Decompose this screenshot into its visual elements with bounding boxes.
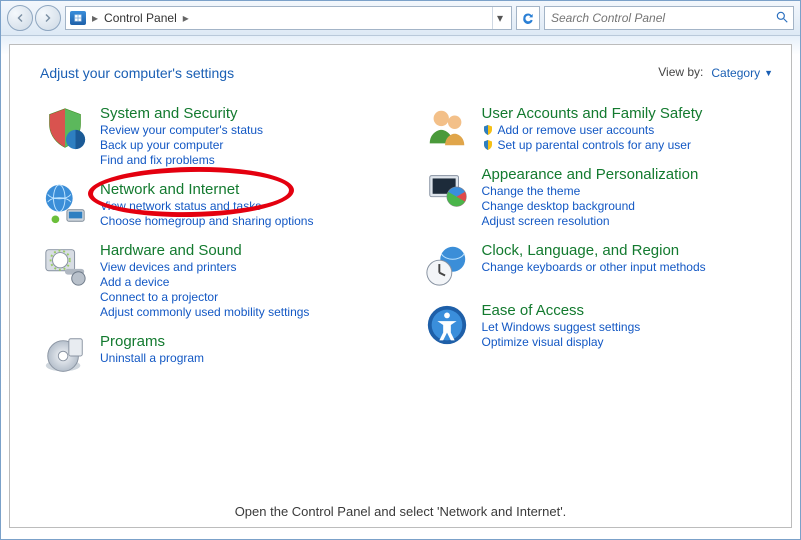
- breadcrumb-dropdown[interactable]: ▾: [492, 7, 507, 29]
- page-title: Adjust your computer's settings: [40, 65, 234, 81]
- programs-icon: [40, 333, 90, 379]
- control-panel-window: ▸ Control Panel ▸ ▾ Adjust your computer…: [0, 0, 801, 540]
- clock-language-icon: [422, 242, 472, 288]
- toolbar: ▸ Control Panel ▸ ▾: [1, 1, 800, 36]
- link-optimize-display[interactable]: Optimize visual display: [482, 335, 641, 349]
- uac-shield-icon: [482, 139, 494, 151]
- search-box[interactable]: [544, 6, 794, 30]
- appearance-icon: [422, 166, 472, 212]
- user-accounts-icon: [422, 105, 472, 151]
- category-link-clock-lang[interactable]: Clock, Language, and Region: [482, 242, 680, 259]
- header: Adjust your computer's settings View by:…: [40, 65, 773, 105]
- link-network-status[interactable]: View network status and tasks: [100, 199, 313, 213]
- arrow-left-icon: [14, 12, 26, 24]
- refresh-icon: [521, 11, 535, 25]
- link-devices-printers[interactable]: View devices and printers: [100, 260, 309, 274]
- category-appearance: Appearance and Personalization Change th…: [422, 166, 774, 228]
- search-icon[interactable]: [775, 10, 789, 27]
- view-by-control: View by: Category ▼: [658, 65, 773, 81]
- link-parental-controls-text: Set up parental controls for any user: [498, 138, 691, 152]
- category-link-hardware-sound[interactable]: Hardware and Sound: [100, 242, 242, 259]
- link-homegroup[interactable]: Choose homegroup and sharing options: [100, 214, 313, 228]
- category-programs: Programs Uninstall a program: [40, 333, 392, 379]
- categories-grid: System and Security Review your computer…: [40, 105, 773, 393]
- link-change-theme[interactable]: Change the theme: [482, 184, 699, 198]
- chevron-down-icon: ▼: [764, 68, 773, 78]
- forward-button[interactable]: [35, 5, 61, 31]
- link-parental-controls[interactable]: Set up parental controls for any user: [482, 138, 703, 152]
- link-mobility[interactable]: Adjust commonly used mobility settings: [100, 305, 309, 319]
- view-by-mode-text: Category: [711, 66, 760, 80]
- category-clock-lang-region: Clock, Language, and Region Change keybo…: [422, 242, 774, 288]
- category-ease-of-access: Ease of Access Let Windows suggest setti…: [422, 302, 774, 349]
- nav-buttons: [7, 5, 61, 31]
- link-desktop-bg[interactable]: Change desktop background: [482, 199, 699, 213]
- link-keyboards[interactable]: Change keyboards or other input methods: [482, 260, 706, 274]
- link-screen-res[interactable]: Adjust screen resolution: [482, 214, 699, 228]
- control-panel-icon: [70, 11, 86, 25]
- hardware-sound-icon: [40, 242, 90, 288]
- breadcrumb-item[interactable]: Control Panel: [104, 11, 177, 25]
- instruction-caption: Open the Control Panel and select 'Netwo…: [10, 504, 791, 519]
- uac-shield-icon: [482, 124, 494, 136]
- chevron-right-icon: ▸: [90, 11, 100, 25]
- link-add-device[interactable]: Add a device: [100, 275, 309, 289]
- breadcrumb[interactable]: ▸ Control Panel ▸ ▾: [65, 6, 512, 30]
- search-input[interactable]: [549, 10, 775, 26]
- link-add-remove-users[interactable]: Add or remove user accounts: [482, 123, 703, 137]
- ease-of-access-icon: [422, 302, 472, 348]
- right-column: User Accounts and Family Safety Add or r…: [422, 105, 774, 393]
- arrow-right-icon: [42, 12, 54, 24]
- link-uninstall[interactable]: Uninstall a program: [100, 351, 204, 365]
- network-internet-icon: [40, 181, 90, 227]
- category-link-system-security[interactable]: System and Security: [100, 105, 238, 122]
- link-suggest-settings[interactable]: Let Windows suggest settings: [482, 320, 641, 334]
- content-area: Adjust your computer's settings View by:…: [9, 44, 792, 528]
- category-link-programs[interactable]: Programs: [100, 333, 165, 350]
- refresh-button[interactable]: [516, 6, 540, 30]
- system-security-icon: [40, 105, 90, 151]
- view-by-label: View by:: [658, 65, 703, 81]
- link-backup[interactable]: Back up your computer: [100, 138, 263, 152]
- category-link-ease-of-access[interactable]: Ease of Access: [482, 302, 585, 319]
- link-projector[interactable]: Connect to a projector: [100, 290, 309, 304]
- back-button[interactable]: [7, 5, 33, 31]
- link-find-fix[interactable]: Find and fix problems: [100, 153, 263, 167]
- link-review-status[interactable]: Review your computer's status: [100, 123, 263, 137]
- category-link-user-accounts[interactable]: User Accounts and Family Safety: [482, 105, 703, 122]
- view-by-dropdown[interactable]: Category ▼: [711, 65, 773, 81]
- category-network-internet: Network and Internet View network status…: [40, 181, 392, 228]
- link-add-remove-users-text: Add or remove user accounts: [498, 123, 655, 137]
- category-user-accounts: User Accounts and Family Safety Add or r…: [422, 105, 774, 152]
- category-system-security: System and Security Review your computer…: [40, 105, 392, 167]
- left-column: System and Security Review your computer…: [40, 105, 392, 393]
- category-link-appearance[interactable]: Appearance and Personalization: [482, 166, 699, 183]
- category-link-network-internet[interactable]: Network and Internet: [100, 181, 239, 198]
- category-hardware-sound: Hardware and Sound View devices and prin…: [40, 242, 392, 319]
- chevron-right-icon: ▸: [181, 11, 191, 25]
